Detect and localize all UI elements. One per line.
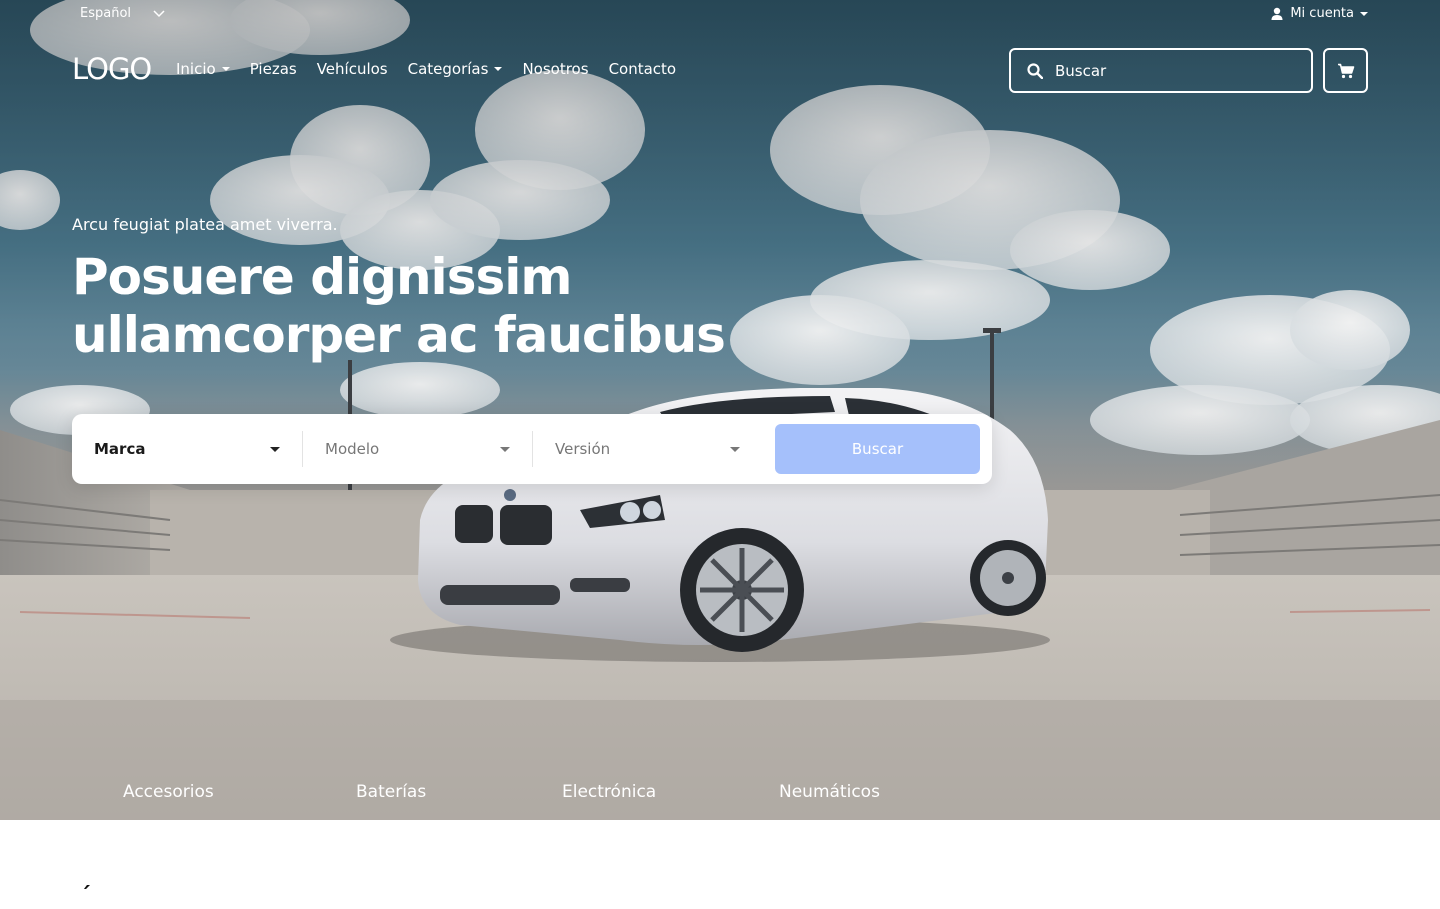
account-label: Mi cuenta bbox=[1290, 6, 1354, 21]
nav-item-label: Contacto bbox=[608, 60, 677, 78]
cart-icon bbox=[1337, 63, 1354, 78]
brand-select[interactable]: Marca bbox=[72, 431, 302, 467]
caret-down-icon bbox=[494, 67, 503, 71]
nav-item-label: Vehículos bbox=[316, 60, 388, 78]
main-nav: Inicio Piezas Vehículos Categorías Nosot… bbox=[176, 60, 676, 78]
nav-item-inicio[interactable]: Inicio bbox=[176, 60, 230, 78]
nav-item-categorias[interactable]: Categorías bbox=[408, 60, 503, 78]
logo[interactable]: LOGO bbox=[72, 52, 152, 86]
category-electronica[interactable]: Electrónica bbox=[562, 782, 656, 802]
section-heading-partial: ´ bbox=[80, 884, 91, 909]
caret-down-icon bbox=[270, 446, 280, 452]
model-select-value: Modelo bbox=[325, 440, 380, 458]
cart-button[interactable] bbox=[1323, 48, 1368, 93]
vehicle-finder: Marca Modelo Versión Buscar bbox=[72, 414, 992, 484]
search-box[interactable] bbox=[1009, 48, 1313, 93]
language-label: Español bbox=[80, 6, 132, 21]
nav-item-label: Piezas bbox=[249, 60, 297, 78]
hero-background-image bbox=[0, 0, 1440, 820]
category-neumaticos[interactable]: Neumáticos bbox=[779, 782, 880, 802]
hero-eyebrow: Arcu feugiat platea amet viverra. bbox=[72, 215, 338, 234]
caret-down-icon bbox=[730, 446, 740, 452]
category-bar: Accesorios Baterías Electrónica Neumátic… bbox=[0, 782, 1440, 812]
nav-item-vehiculos[interactable]: Vehículos bbox=[317, 60, 388, 78]
category-baterias[interactable]: Baterías bbox=[356, 782, 426, 802]
nav-item-nosotros[interactable]: Nosotros bbox=[522, 60, 588, 78]
nav-item-label: Nosotros bbox=[522, 60, 589, 78]
account-menu[interactable]: Mi cuenta bbox=[1270, 6, 1368, 21]
nav-item-contacto[interactable]: Contacto bbox=[609, 60, 677, 78]
caret-down-icon bbox=[1360, 11, 1368, 16]
hero-headline-line-2: ullamcorper ac faucibus bbox=[72, 306, 726, 364]
nav-item-label: Categorías bbox=[407, 60, 489, 78]
model-select[interactable]: Modelo bbox=[302, 431, 532, 467]
version-select[interactable]: Versión bbox=[532, 431, 762, 467]
hero-section: Español Mi cuenta LOGO Inicio Piezas Veh… bbox=[0, 0, 1440, 820]
user-icon bbox=[1271, 7, 1283, 20]
search-icon bbox=[1027, 62, 1043, 79]
hero-headline: Posuere dignissim ullamcorper ac faucibu… bbox=[72, 248, 792, 364]
hero-headline-line-1: Posuere dignissim bbox=[72, 248, 572, 306]
language-selector[interactable]: Español bbox=[80, 6, 165, 21]
chevron-down-icon bbox=[153, 9, 165, 17]
caret-down-icon bbox=[500, 446, 510, 452]
nav-item-label: Inicio bbox=[176, 60, 216, 78]
version-select-value: Versión bbox=[555, 440, 611, 458]
category-accesorios[interactable]: Accesorios bbox=[123, 782, 214, 802]
caret-down-icon bbox=[221, 67, 230, 71]
finder-search-button[interactable]: Buscar bbox=[775, 424, 980, 474]
nav-item-piezas[interactable]: Piezas bbox=[250, 60, 297, 78]
search-input[interactable] bbox=[1053, 60, 1273, 81]
brand-select-value: Marca bbox=[94, 440, 146, 458]
